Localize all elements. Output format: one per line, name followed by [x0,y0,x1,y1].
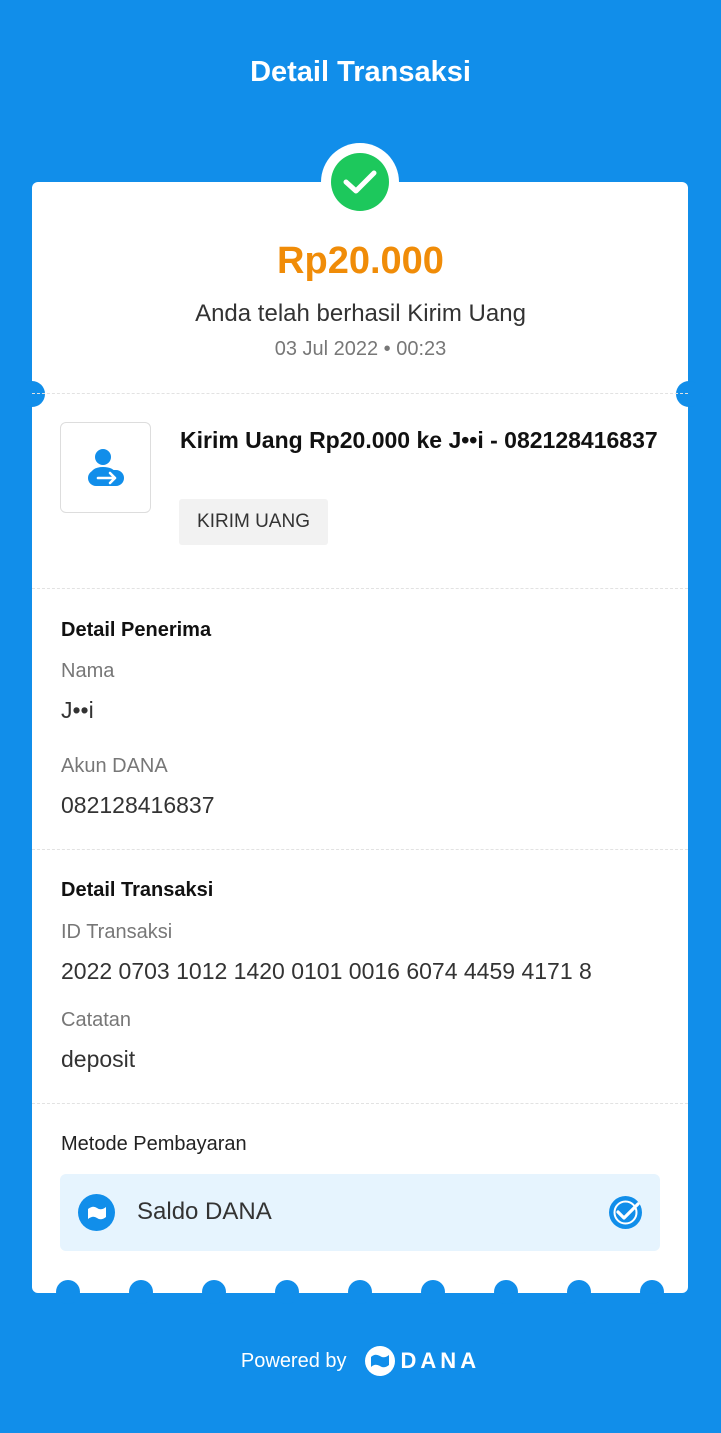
check-badge-icon [608,1195,643,1230]
page-title: Detail Transaksi [250,56,471,88]
recipient-account-value: 082128416837 [61,792,215,818]
divider [32,393,688,394]
card-scallop [348,1280,372,1304]
dana-logo: DANA [364,1346,481,1376]
payment-method-option[interactable]: Saldo DANA [60,1174,660,1251]
card-scallop [275,1280,299,1304]
transaction-type-badge: KIRIM UANG [179,499,328,545]
recipient-name-value: J••i [61,697,94,723]
transaction-details-title: Detail Transaksi [61,879,214,901]
send-money-icon [60,422,151,513]
success-badge [321,143,399,221]
card-scallop [202,1280,226,1304]
note-label: Catatan [61,1009,132,1031]
transaction-id-label: ID Transaksi [61,921,173,943]
dana-wallet-icon [78,1194,115,1231]
payment-method-label: Metode Pembayaran [61,1133,247,1155]
powered-by-text: Powered by [240,1349,347,1372]
card-scallop [421,1280,445,1304]
card-scallop [640,1280,664,1304]
divider [32,1103,688,1104]
recipient-name-label: Nama [61,660,115,682]
card-notch-left [19,381,45,407]
card-scallop [494,1280,518,1304]
divider [32,588,688,589]
dana-logo-icon [364,1346,395,1376]
success-message: Anda telah berhasil Kirim Uang [195,300,526,327]
footer: Powered by DANA [0,1343,721,1379]
recipient-account-label: Akun DANA [61,755,168,777]
note-value: deposit [61,1046,136,1072]
divider [32,849,688,850]
payment-method-name: Saldo DANA [137,1198,272,1225]
transaction-datetime: 03 Jul 2022 • 00:23 [274,338,447,360]
card-scallop [129,1280,153,1304]
transaction-id-value: 2022 0703 1012 1420 0101 0016 6074 4459 … [61,958,592,984]
transaction-amount: Rp20.000 [277,240,444,282]
card-notch-right [676,381,702,407]
success-check-icon [331,153,389,211]
dana-brand-text: DANA [400,1348,481,1373]
card-scallop [56,1280,80,1304]
card-scallop [567,1280,591,1304]
transaction-title: Kirim Uang Rp20.000 ke J••i - 0821284168… [180,427,658,453]
recipient-section-title: Detail Penerima [61,619,212,641]
